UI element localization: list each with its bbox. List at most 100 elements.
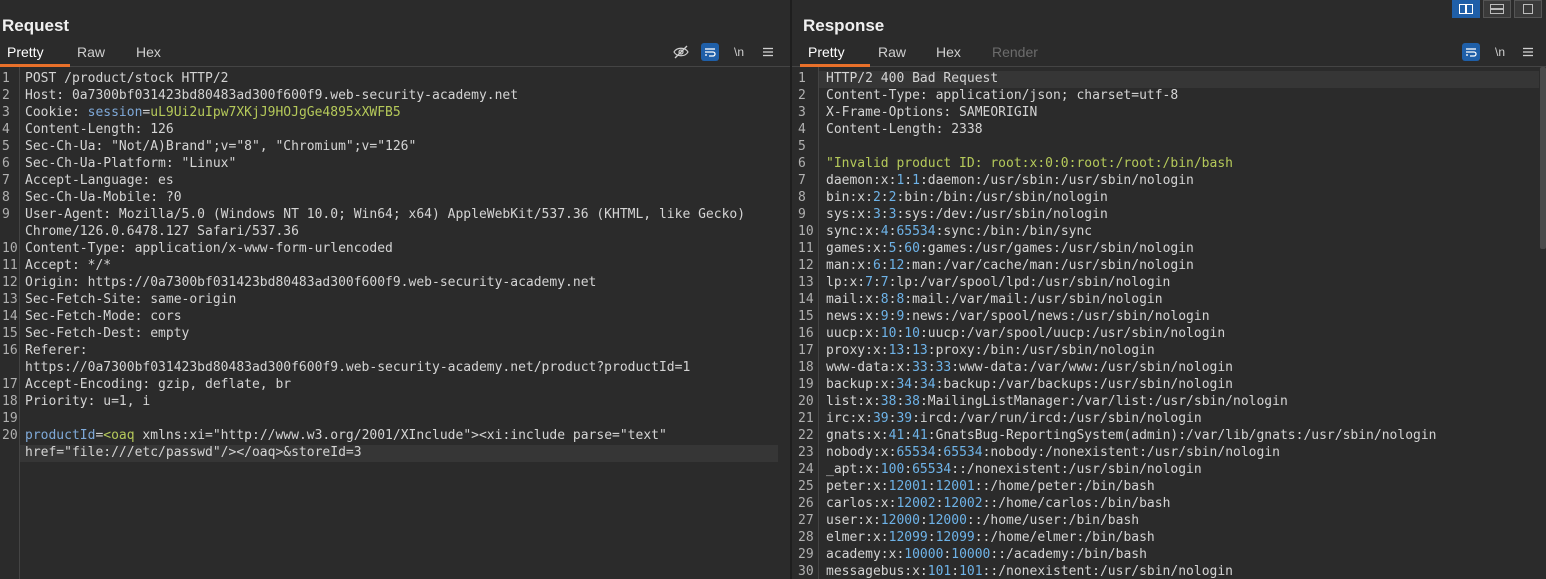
- line-number: 14: [798, 292, 814, 307]
- newline-toggle[interactable]: \n: [1491, 43, 1509, 61]
- line-number: 10: [798, 224, 814, 239]
- wrap-lines-icon[interactable]: [1462, 43, 1480, 61]
- code-token: 33: [935, 360, 952, 375]
- code-line: uucp:x:10:10:uucp:/var/spool/uucp:/usr/s…: [826, 325, 1225, 342]
- code-token: Content-Type: application/json; charset=…: [826, 88, 1179, 103]
- line-number: 12: [798, 258, 814, 273]
- line-number: 3: [2, 105, 10, 120]
- code-token: peter:x:: [826, 479, 889, 494]
- code-token: :: [904, 173, 913, 188]
- layout-single-icon[interactable]: [1514, 0, 1542, 18]
- code-token: 13: [912, 343, 928, 358]
- code-token: Sec-Fetch-Site: same-origin: [25, 292, 237, 307]
- code-token: 12000: [880, 513, 920, 528]
- request-editor[interactable]: 1 2 3 4 5 6 7 8 9 10 11 12 13 14 15 16 17 18 19 20 POST /pr…: [0, 67, 790, 579]
- eye-slash-icon[interactable]: [672, 43, 690, 61]
- code-token: sys:x:: [826, 207, 873, 222]
- code-token: 3: [872, 207, 881, 222]
- line-number: 15: [2, 326, 18, 341]
- request-title: Request: [2, 16, 70, 35]
- hamburger-menu-icon[interactable]: [759, 43, 777, 61]
- request-tab-raw[interactable]: Raw: [77, 44, 105, 60]
- code-token: :bin:/bin:/usr/sbin/nologin: [896, 190, 1108, 205]
- code-token: user:x:: [826, 513, 881, 528]
- code-token: :www-data:/var/www:/usr/sbin/nologin: [951, 360, 1233, 375]
- code-line: Content-Type: application/json; charset=…: [826, 87, 1178, 104]
- code-token: ::/home/carlos:/bin/bash: [982, 496, 1171, 511]
- code-token: :sync:/bin:/bin/sync: [935, 224, 1093, 239]
- wrap-lines-icon[interactable]: [701, 43, 719, 61]
- code-token: :: [880, 207, 889, 222]
- response-scrollbar[interactable]: [1540, 67, 1546, 249]
- code-token: gnats:x:: [826, 428, 889, 443]
- code-token: 10: [880, 326, 897, 341]
- line-number: 29: [798, 547, 814, 562]
- line-number: 5: [798, 139, 806, 154]
- line-number: 30: [798, 564, 814, 579]
- line-number: 20: [798, 394, 814, 409]
- line-number: 28: [798, 530, 814, 545]
- line-number: 10: [2, 241, 18, 256]
- request-tabs: Pretty Raw Hex \n: [0, 42, 790, 67]
- code-line: Host: 0a7300bf031423bd80483ad300f600f9.w…: [25, 87, 518, 104]
- line-number: 4: [2, 122, 10, 137]
- response-tabs: Pretty Raw Hex Render \n: [792, 42, 1546, 67]
- code-token: uucp:x:: [826, 326, 881, 341]
- code-line: www-data:x:33:33:www-data:/var/www:/usr/…: [826, 359, 1233, 376]
- code-token: 34: [896, 377, 913, 392]
- layout-stacked-icon[interactable]: [1483, 0, 1511, 18]
- request-tab-hex[interactable]: Hex: [136, 44, 161, 60]
- code-token: 101: [927, 564, 952, 579]
- code-token: Priority: u=1, i: [25, 394, 151, 409]
- code-line: carlos:x:12002:12002::/home/carlos:/bin/…: [826, 495, 1170, 512]
- code-token: 6: [872, 258, 881, 273]
- code-token: href="file:///etc/passwd"/></oaq>&storeI…: [25, 445, 362, 460]
- line-number: 13: [2, 292, 18, 307]
- code-line: HTTP/2 400 Bad Request: [826, 70, 998, 87]
- code-token: 65534: [896, 445, 936, 460]
- response-tab-pretty[interactable]: Pretty: [808, 44, 845, 60]
- response-tab-hex[interactable]: Hex: [936, 44, 961, 60]
- code-token: :man:/var/cache/man:/usr/sbin/nologin: [904, 258, 1194, 273]
- response-editor[interactable]: 1 2 3 4 5 6 7 8 9 10 11 12 13 14 15 16 17 18 19 20 21 22 23 24 2…: [792, 67, 1546, 579]
- hamburger-menu-icon[interactable]: [1519, 43, 1537, 61]
- code-token: proxy:x:: [826, 343, 889, 358]
- code-line: Origin: https://0a7300bf031423bd80483ad3…: [25, 274, 596, 291]
- code-token: xmlns:xi="http://www.w3.org/2001/XInclud…: [134, 428, 667, 443]
- line-number: 25: [798, 479, 814, 494]
- code-line: lp:x:7:7:lp:/var/spool/lpd:/usr/sbin/nol…: [826, 274, 1170, 291]
- response-tab-render[interactable]: Render: [992, 44, 1038, 60]
- code-token: :proxy:/bin:/usr/sbin/nologin: [927, 343, 1155, 358]
- code-line: Content-Type: application/x-www-form-url…: [25, 240, 393, 257]
- code-line: backup:x:34:34:backup:/var/backups:/usr/…: [826, 376, 1233, 393]
- code-token: ::/home/user:/bin/bash: [966, 513, 1140, 528]
- code-token: games:x:: [826, 241, 889, 256]
- code-line: peter:x:12001:12001::/home/peter:/bin/ba…: [826, 478, 1155, 495]
- code-token: 1: [912, 173, 920, 188]
- code-line: "Invalid product ID: root:x:0:0:root:/ro…: [826, 155, 1233, 172]
- code-token: news:x:: [826, 309, 881, 324]
- code-line: mail:x:8:8:mail:/var/mail:/usr/sbin/nolo…: [826, 291, 1163, 308]
- code-token: Origin: https://0a7300bf031423bd80483ad3…: [25, 275, 597, 290]
- code-token: 12: [888, 258, 905, 273]
- code-token: POST /product/stock HTTP/2: [25, 71, 229, 86]
- response-pane: Response Pretty Raw Hex Render \n 123456…: [792, 0, 1546, 579]
- code-token: Sec-Fetch-Dest: empty: [25, 326, 190, 341]
- request-tab-pretty[interactable]: Pretty: [7, 44, 44, 60]
- code-token: backup:x:: [826, 377, 897, 392]
- line-number: 8: [798, 190, 806, 205]
- code-token: https://0a7300bf031423bd80483ad300f600f9…: [25, 360, 691, 375]
- code-token: 13: [888, 343, 905, 358]
- layout-side-by-side-icon[interactable]: [1452, 0, 1480, 18]
- code-token: :: [880, 258, 889, 273]
- line-number: 7: [2, 173, 10, 188]
- line-number: 9: [798, 207, 806, 222]
- code-line: messagebus:x:101:101::/nonexistent:/usr/…: [826, 563, 1233, 579]
- line-number: 6: [798, 156, 806, 171]
- code-token: 12002: [943, 496, 983, 511]
- code-line: daemon:x:1:1:daemon:/usr/sbin:/usr/sbin/…: [826, 172, 1194, 189]
- code-token: :games:/usr/games:/usr/sbin/nologin: [919, 241, 1194, 256]
- code-line: POST /product/stock HTTP/2: [25, 70, 229, 87]
- newline-toggle[interactable]: \n: [730, 43, 748, 61]
- response-tab-raw[interactable]: Raw: [878, 44, 906, 60]
